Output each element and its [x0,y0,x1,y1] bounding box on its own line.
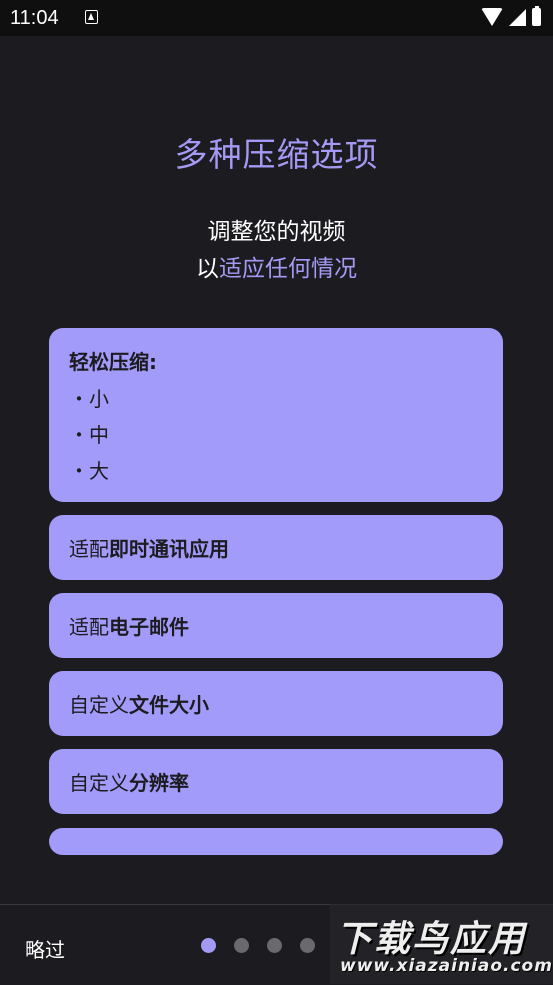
option-prefix: 自定义 [69,693,129,717]
subtitle-line-2: 以适应任何情况 [0,249,553,283]
page-dot[interactable] [234,938,249,953]
easy-compress-heading: 轻松压缩: [69,350,157,374]
option-label: 分辨率 [129,771,189,795]
page-indicator [201,938,315,953]
skip-button[interactable]: 略过 [25,934,65,963]
option-label: 即时通讯应用 [109,537,229,561]
option-card-resolution: 自定义 分辨率 [49,749,503,814]
subtitle-accent: 适应任何情况 [219,256,357,282]
signal-icon [509,8,526,26]
option-card-partial [49,828,503,855]
option-label: 文件大小 [129,693,209,717]
wifi-icon [481,8,503,26]
page-dot[interactable] [300,938,315,953]
page-title: 多种压缩选项 [174,135,379,174]
page-dot[interactable] [267,938,282,953]
option-prefix: 适配 [69,615,109,639]
battery-icon [532,6,541,26]
option-label: 电子邮件 [109,615,189,639]
size-large-item: ・大 [69,459,109,483]
status-icons [481,6,541,26]
watermark-logo: 下载鸟应用 www.xiazainiao.com [330,904,553,984]
size-medium-item: ・中 [69,423,109,447]
watermark-title: 下载鸟应用 [336,919,527,960]
option-prefix: 适配 [69,537,109,561]
a-box-icon [85,10,98,24]
easy-compress-card: 轻松压缩: ・小 ・中 ・大 [49,328,503,502]
subtitle-prefix: 以 [196,256,219,282]
status-time: 11:04 [10,7,59,29]
watermark-url: www.xiazainiao.com [340,956,553,976]
size-small-item: ・小 [69,387,109,411]
page-dot-active[interactable] [201,938,216,953]
subtitle-line-1: 调整您的视频 [207,219,346,245]
option-card-messaging: 适配 即时通讯应用 [49,515,503,580]
option-prefix: 自定义 [69,771,129,795]
option-card-email: 适配 电子邮件 [49,593,503,658]
option-card-file-size: 自定义 文件大小 [49,671,503,736]
status-bar: 11:04 [0,0,553,36]
